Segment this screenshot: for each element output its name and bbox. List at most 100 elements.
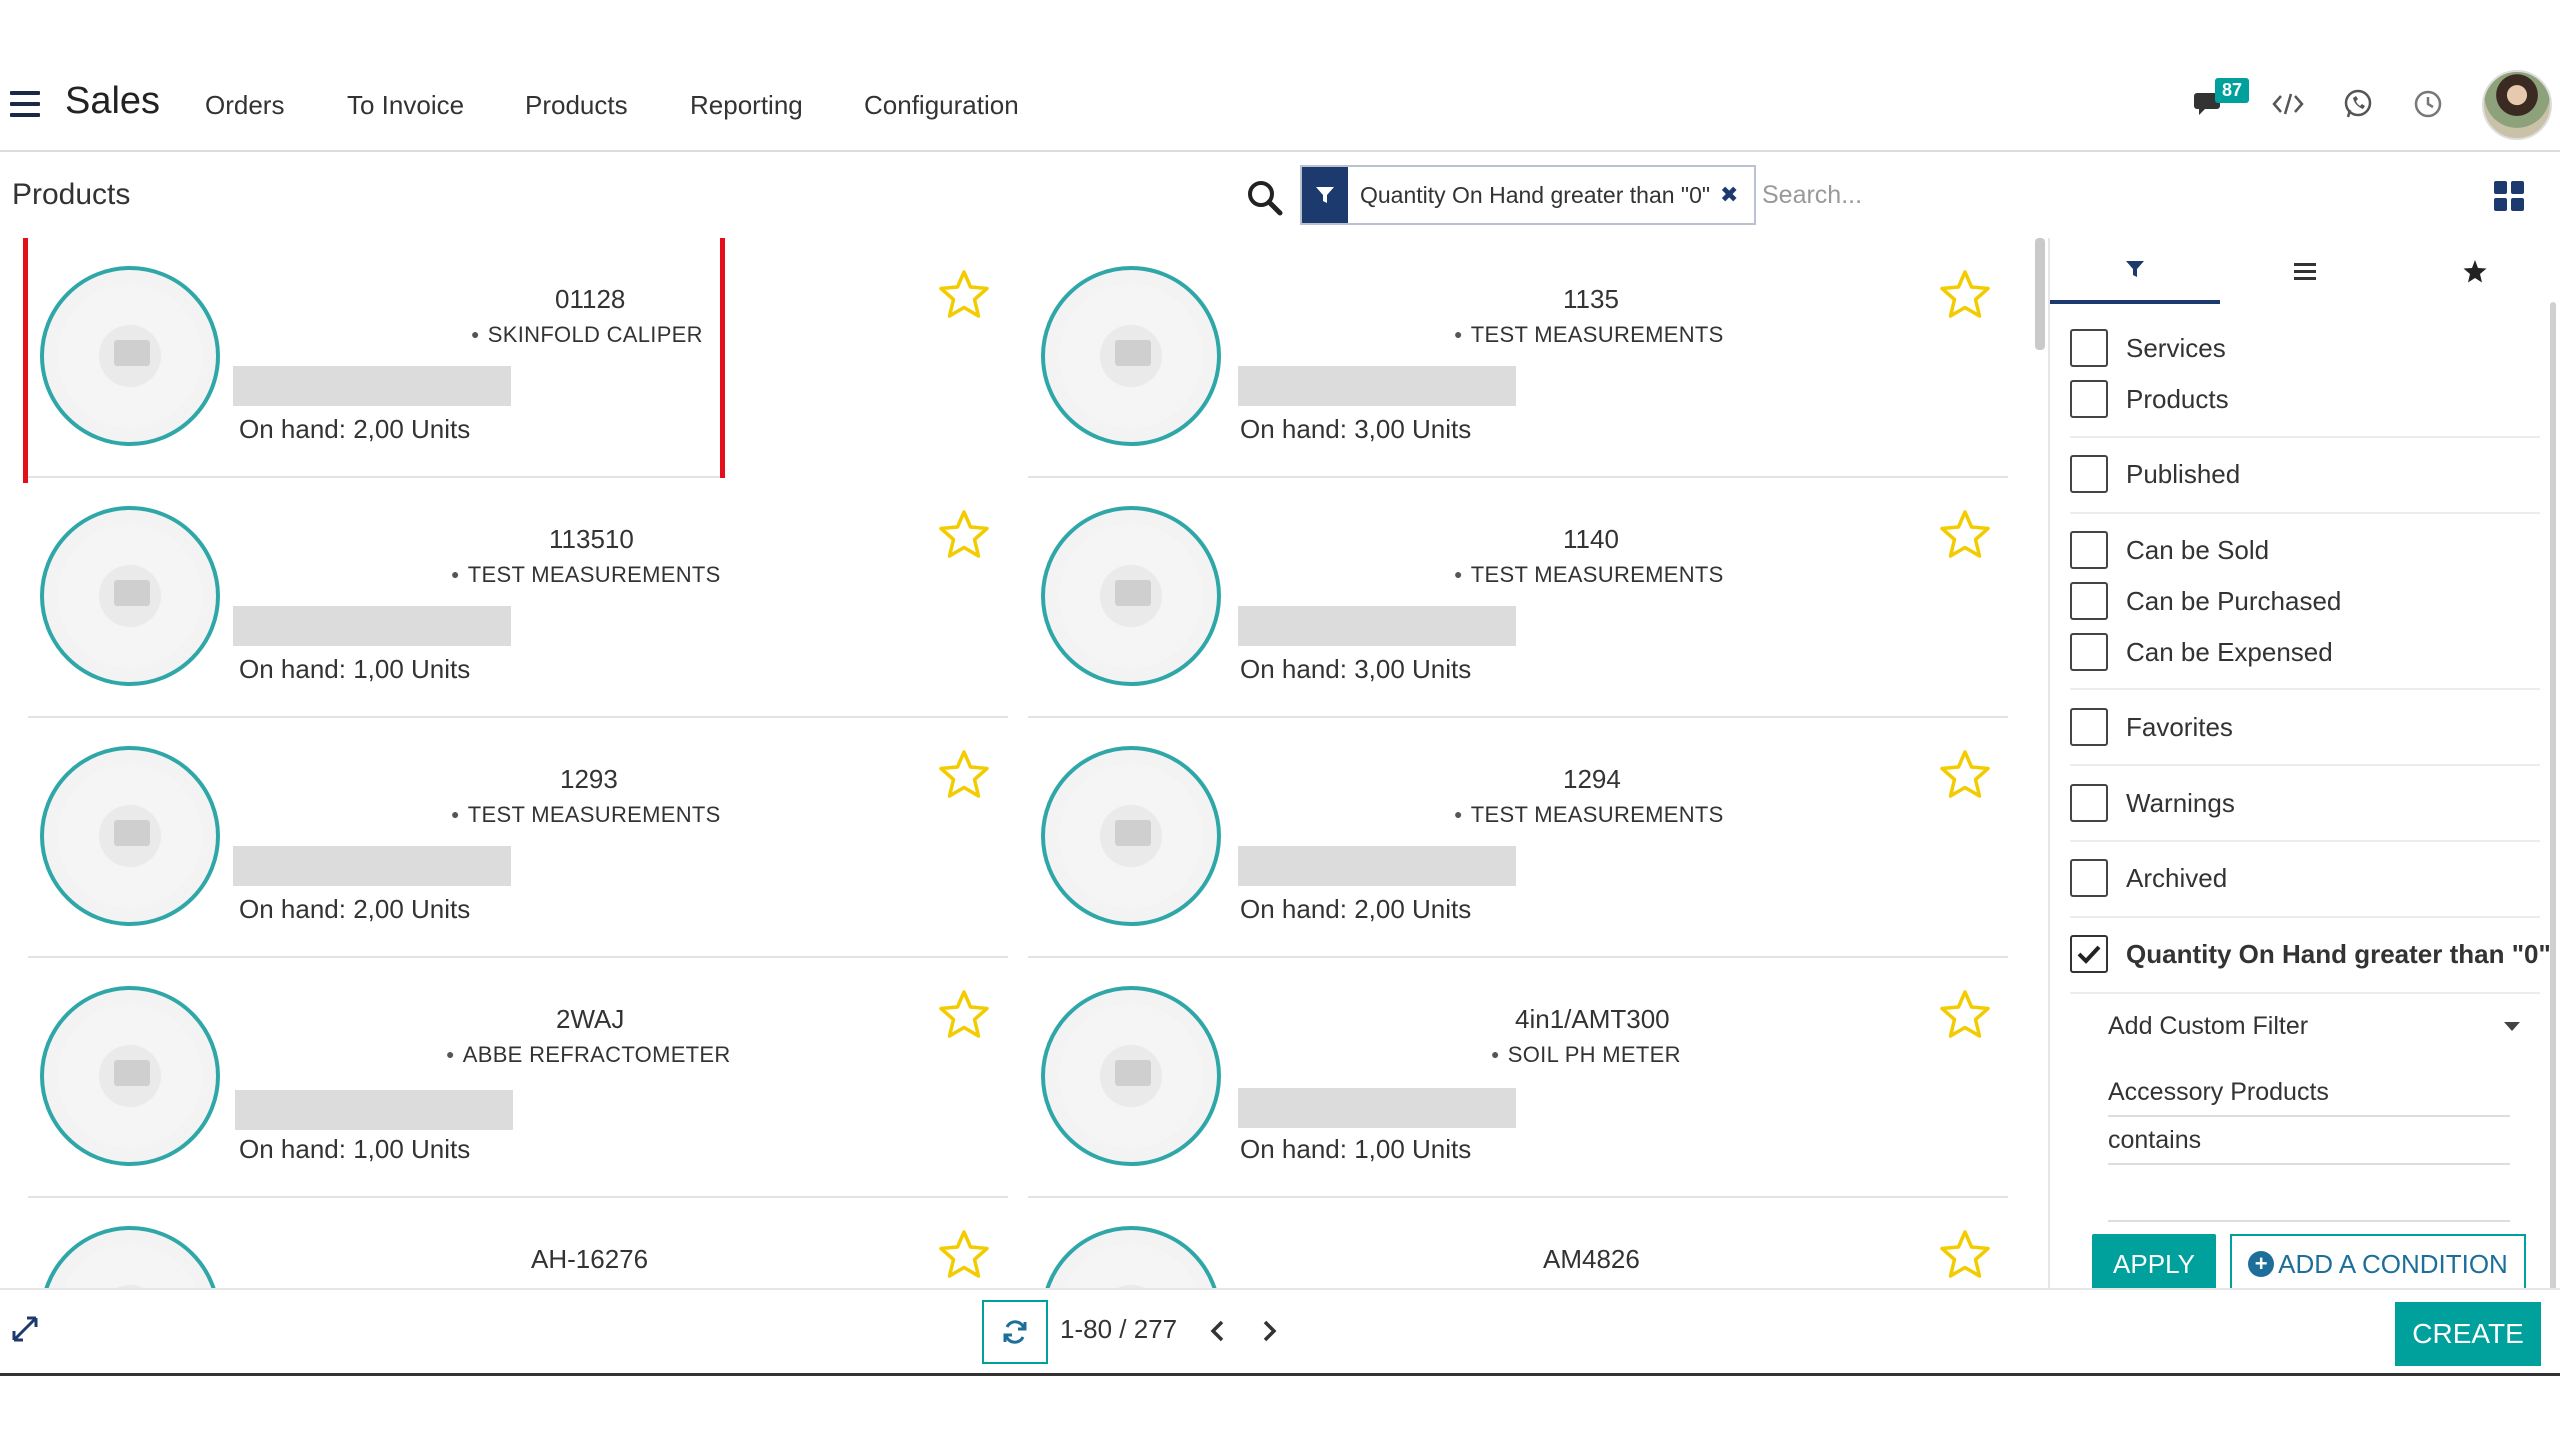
checkbox-checked[interactable] <box>2070 935 2108 973</box>
checkbox[interactable] <box>2070 531 2108 569</box>
product-reference: 2WAJ <box>556 1004 625 1034</box>
pager-value[interactable]: 1-80 / 277 <box>1060 1314 1177 1345</box>
kanban-view-icon[interactable] <box>2494 181 2524 211</box>
apply-button[interactable]: APPLY <box>2092 1234 2216 1288</box>
favorite-star-icon[interactable] <box>1938 748 1992 802</box>
kanban-view: 01128 SKINFOLD CALIPER On hand: 2,00 Uni… <box>0 238 2040 1288</box>
filter-archived[interactable]: Archived <box>2070 856 2227 900</box>
tab-group-by[interactable] <box>2220 238 2390 304</box>
filter-favorites[interactable]: Favorites <box>2070 705 2233 749</box>
filter-can-be-purchased[interactable]: Can be Purchased <box>2070 579 2341 623</box>
expand-icon[interactable] <box>10 1314 40 1344</box>
filter-warnings[interactable]: Warnings <box>2070 781 2235 825</box>
favorite-star-icon[interactable] <box>937 508 991 562</box>
app-name[interactable]: Sales <box>65 80 160 123</box>
favorite-star-icon[interactable] <box>1938 268 1992 322</box>
product-card[interactable]: AM4826 <box>1028 1198 2008 1288</box>
caret-down-icon[interactable] <box>2504 1022 2520 1031</box>
checkmark-icon <box>2077 945 2101 964</box>
product-category: ABBE REFRACTOMETER <box>446 1042 731 1068</box>
menu-configuration[interactable]: Configuration <box>864 90 1019 121</box>
search-input[interactable] <box>1762 170 2162 220</box>
code-icon[interactable] <box>2270 86 2306 122</box>
menu-to-invoice[interactable]: To Invoice <box>347 90 464 121</box>
pager-next-icon[interactable] <box>1255 1314 1285 1348</box>
checkbox[interactable] <box>2070 582 2108 620</box>
filter-icon <box>1302 167 1348 223</box>
favorite-star-icon[interactable] <box>937 268 991 322</box>
product-card[interactable]: 01128 SKINFOLD CALIPER On hand: 2,00 Uni… <box>23 238 725 483</box>
product-card[interactable]: 4in1/AMT300 SOIL PH METER On hand: 1,00 … <box>1028 958 2008 1198</box>
kanban-scrollbar[interactable] <box>2035 238 2045 350</box>
facet-remove-icon[interactable]: ✖ <box>1720 182 1738 208</box>
search-icon[interactable] <box>1245 178 1285 218</box>
clock-icon[interactable] <box>2410 86 2446 122</box>
product-name-bar <box>1238 846 1516 886</box>
filter-label: Can be Purchased <box>2126 585 2342 616</box>
star-icon <box>2463 260 2487 283</box>
product-image-placeholder <box>40 746 220 926</box>
plus-circle-icon: + <box>2248 1251 2275 1277</box>
panel-scrollbar[interactable] <box>2550 302 2556 1288</box>
favorite-star-icon[interactable] <box>937 1228 991 1282</box>
favorite-star-icon[interactable] <box>1938 988 1992 1042</box>
menu-products[interactable]: Products <box>525 90 628 121</box>
checkbox[interactable] <box>2070 455 2108 493</box>
app-menu-icon[interactable] <box>10 91 40 117</box>
checkbox[interactable] <box>2070 784 2108 822</box>
divider <box>2070 764 2540 766</box>
filter-services[interactable]: Services <box>2070 326 2226 370</box>
product-name-bar <box>1238 366 1516 406</box>
create-button[interactable]: CREATE <box>2395 1302 2541 1366</box>
product-on-hand: On hand: 3,00 Units <box>1240 654 1472 684</box>
filter-can-be-sold[interactable]: Can be Sold <box>2070 528 2269 572</box>
product-on-hand: On hand: 1,00 Units <box>239 654 471 684</box>
filter-label: Archived <box>2126 862 2228 893</box>
product-card[interactable]: 1294 TEST MEASUREMENTS On hand: 2,00 Uni… <box>1028 718 2008 958</box>
filter-products[interactable]: Products <box>2070 377 2229 421</box>
checkbox[interactable] <box>2070 329 2108 367</box>
checkbox[interactable] <box>2070 859 2108 897</box>
filter-quantity-on-hand[interactable]: Quantity On Hand greater than "0" <box>2070 932 2551 976</box>
tab-filters[interactable] <box>2050 238 2220 304</box>
product-card[interactable]: 2WAJ ABBE REFRACTOMETER On hand: 1,00 Un… <box>28 958 1008 1198</box>
checkbox[interactable] <box>2070 380 2108 418</box>
menu-reporting[interactable]: Reporting <box>690 90 803 121</box>
product-name-bar <box>235 1090 513 1130</box>
filter-published[interactable]: Published <box>2070 452 2240 496</box>
product-card[interactable]: AH-16276 <box>28 1198 1008 1288</box>
favorite-star-icon[interactable] <box>1938 1228 1992 1282</box>
add-custom-filter-toggle[interactable]: Add Custom Filter <box>2108 1012 2548 1041</box>
product-category: TEST MEASUREMENTS <box>1454 562 1724 588</box>
filter-icon <box>2126 261 2144 277</box>
search-panel: Services Products Published Can be Sold … <box>2048 238 2560 1288</box>
product-reference: 1140 <box>1563 524 1619 554</box>
tab-favorites[interactable] <box>2390 238 2560 304</box>
favorite-star-icon[interactable] <box>937 748 991 802</box>
add-condition-button[interactable]: + ADD A CONDITION <box>2230 1234 2526 1288</box>
favorite-star-icon[interactable] <box>1938 508 1992 562</box>
footer-bar: 1-80 / 277 CREATE <box>0 1288 2560 1376</box>
favorite-star-icon[interactable] <box>937 988 991 1042</box>
custom-filter-operator-select[interactable]: contains <box>2108 1126 2510 1165</box>
custom-filter-field-select[interactable]: Accessory Products <box>2108 1078 2510 1117</box>
custom-filter-value-input[interactable] <box>2108 1174 2510 1222</box>
divider <box>2070 436 2540 438</box>
checkbox[interactable] <box>2070 708 2108 746</box>
product-image-placeholder <box>1041 986 1221 1166</box>
product-image-placeholder <box>40 1226 220 1288</box>
product-card[interactable]: 1293 TEST MEASUREMENTS On hand: 2,00 Uni… <box>28 718 1008 958</box>
pager-previous-icon[interactable] <box>1202 1314 1232 1348</box>
product-card[interactable]: 1135 TEST MEASUREMENTS On hand: 3,00 Uni… <box>1028 238 2008 478</box>
filter-label: Can be Sold <box>2126 534 2270 565</box>
whatsapp-icon[interactable] <box>2340 86 2376 122</box>
filter-label: Can be Expensed <box>2126 636 2333 667</box>
filter-can-be-expensed[interactable]: Can be Expensed <box>2070 630 2333 674</box>
menu-orders[interactable]: Orders <box>205 90 284 121</box>
reload-button[interactable] <box>982 1300 1048 1364</box>
checkbox[interactable] <box>2070 633 2108 671</box>
product-on-hand: On hand: 2,00 Units <box>239 894 471 924</box>
product-card[interactable]: 1140 TEST MEASUREMENTS On hand: 3,00 Uni… <box>1028 478 2008 718</box>
user-avatar[interactable] <box>2482 70 2552 140</box>
product-card[interactable]: 113510 TEST MEASUREMENTS On hand: 1,00 U… <box>28 478 1008 718</box>
